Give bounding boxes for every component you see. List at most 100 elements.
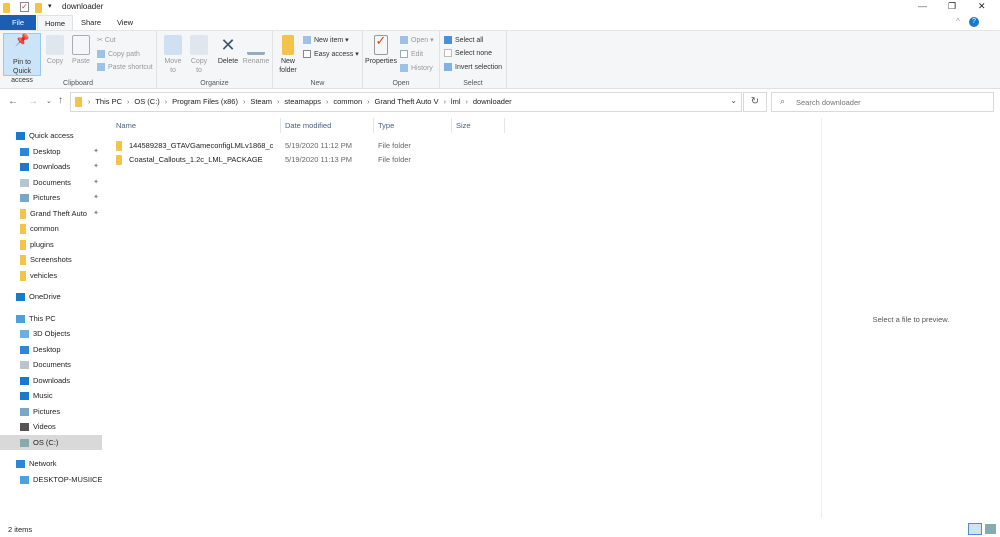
rename-label: Rename	[242, 58, 270, 65]
nav-item[interactable]: plugins	[0, 237, 102, 252]
new-item-button[interactable]: New item ▾	[303, 36, 349, 45]
column-header-size[interactable]: Size	[452, 118, 505, 133]
customize-toolbar-icon[interactable]: ▾	[48, 2, 52, 10]
tab-share[interactable]: Share	[76, 15, 106, 30]
nav-item[interactable]: This PC	[0, 311, 102, 326]
tab-file[interactable]: File	[0, 15, 36, 30]
nav-item[interactable]: Quick access	[0, 128, 102, 143]
history-button[interactable]: History	[400, 64, 433, 72]
nav-item[interactable]: common	[0, 221, 102, 236]
move-to-button[interactable]: Move to	[162, 35, 184, 75]
paste-button[interactable]: Paste	[70, 35, 92, 66]
column-header-type[interactable]: Type	[374, 118, 452, 133]
breadcrumb-separator[interactable]: ›	[165, 99, 167, 106]
paste-shortcut-button[interactable]: Paste shortcut	[97, 63, 153, 71]
forward-button[interactable]: →	[28, 96, 38, 107]
copy-button[interactable]: Copy	[44, 35, 66, 66]
copy-to-button[interactable]: Copy to	[188, 35, 210, 75]
breadcrumb-separator[interactable]: ›	[127, 99, 129, 106]
recent-locations-button[interactable]: ⌄	[46, 97, 52, 105]
refresh-button[interactable]: ↻	[743, 92, 767, 112]
new-folder-button[interactable]: New folder	[276, 35, 300, 75]
details-view-button[interactable]	[968, 523, 982, 535]
ribbon-tabs: File Home Share View ^ ?	[0, 15, 1000, 30]
item-count: 2 items	[8, 525, 33, 534]
nav-item[interactable]: Music	[0, 388, 102, 403]
breadcrumb-item[interactable]: lml	[451, 93, 461, 111]
nav-item[interactable]: Pictures	[0, 404, 102, 419]
file-row[interactable]: 144589283_GTAVGameconfigLMLv1868_c 5/19/…	[112, 139, 512, 153]
column-header-date[interactable]: Date modified	[281, 118, 374, 133]
nav-item[interactable]: Documents	[0, 357, 102, 372]
pin-icon: ✦	[93, 209, 99, 217]
search-input[interactable]	[796, 95, 986, 109]
open-button[interactable]: Open ▾	[400, 36, 434, 45]
tab-view[interactable]: View	[110, 15, 140, 30]
nav-item[interactable]: Grand Theft Auto ✦	[0, 206, 102, 221]
up-button[interactable]: ↑	[58, 95, 63, 106]
pin-quick-access-button[interactable]: 📌 Pin to Quick access	[3, 33, 41, 84]
breadcrumb-item[interactable]: downloader	[473, 93, 512, 111]
breadcrumb-item[interactable]: This PC	[95, 93, 122, 111]
breadcrumb-separator[interactable]: ›	[88, 99, 90, 106]
collapse-ribbon-icon[interactable]: ^	[956, 17, 960, 26]
nav-item[interactable]: Pictures ✦	[0, 190, 102, 205]
file-row[interactable]: Coastal_Callouts_1.2c_LML_PACKAGE 5/19/2…	[112, 153, 512, 167]
nav-item[interactable]: DESKTOP-MUSIICE	[0, 472, 102, 487]
address-bar[interactable]: › This PC › OS (C:) › Program Files (x86) › Ste…	[70, 92, 742, 112]
easy-access-button[interactable]: Easy access ▾	[303, 50, 359, 59]
column-header-name[interactable]: Name	[112, 118, 281, 133]
nav-item[interactable]: Desktop ✦	[0, 144, 102, 159]
address-dropdown-icon[interactable]: ⌄	[730, 96, 737, 105]
nav-item[interactable]: Downloads ✦	[0, 159, 102, 174]
new-folder-icon	[282, 35, 294, 55]
breadcrumb-separator[interactable]: ›	[367, 99, 369, 106]
breadcrumb-separator[interactable]: ›	[466, 99, 468, 106]
breadcrumb-item[interactable]: common	[333, 93, 362, 111]
breadcrumb: › This PC › OS (C:) › Program Files (x86) › Ste…	[75, 93, 517, 111]
nav-item[interactable]: Network	[0, 456, 102, 471]
breadcrumb-separator[interactable]: ›	[243, 99, 245, 106]
invert-selection-button[interactable]: Invert selection	[444, 63, 502, 71]
search-box[interactable]: ⌕	[771, 92, 994, 112]
close-button[interactable]: ✕	[978, 1, 986, 12]
nav-item[interactable]: Screenshots	[0, 252, 102, 267]
nav-item[interactable]: Desktop	[0, 342, 102, 357]
breadcrumb-item[interactable]: Grand Theft Auto V	[375, 93, 439, 111]
minimize-button[interactable]: —	[918, 1, 927, 11]
nav-item-label: Screenshots	[30, 255, 72, 264]
delete-button[interactable]: ✕ Delete	[216, 35, 240, 66]
breadcrumb-item[interactable]: Steam	[250, 93, 272, 111]
breadcrumb-separator[interactable]: ›	[326, 99, 328, 106]
breadcrumb-item[interactable]: Program Files (x86)	[172, 93, 238, 111]
back-button[interactable]: ←	[8, 96, 18, 107]
folder-icon	[116, 141, 122, 151]
properties-quick-icon[interactable]: ✓	[20, 2, 29, 12]
copy-path-button[interactable]: Copy path	[97, 50, 140, 58]
breadcrumb-item[interactable]: OS (C:)	[134, 93, 159, 111]
large-icons-view-button[interactable]	[985, 524, 996, 534]
rename-button[interactable]: Rename	[242, 35, 270, 66]
nav-item[interactable]: 3D Objects	[0, 326, 102, 341]
breadcrumb-item[interactable]: steamapps	[284, 93, 321, 111]
breadcrumb-separator[interactable]: ›	[277, 99, 279, 106]
help-icon[interactable]: ?	[969, 17, 979, 27]
nav-item[interactable]: Downloads	[0, 373, 102, 388]
cut-button[interactable]: ✂ Cut	[97, 36, 116, 44]
maximize-button[interactable]: ❐	[948, 1, 956, 12]
nav-item[interactable]: OneDrive	[0, 289, 102, 304]
breadcrumb-separator[interactable]: ›	[444, 99, 446, 106]
nav-item[interactable]: OS (C:)	[0, 434, 102, 450]
properties-button[interactable]: ✓ Properties	[365, 34, 397, 66]
new-item-icon	[303, 36, 311, 45]
select-none-button[interactable]: Select none	[444, 49, 492, 57]
new-folder-quick-icon[interactable]	[35, 3, 42, 13]
scissors-icon: ✂	[97, 37, 105, 44]
tab-home[interactable]: Home	[37, 15, 73, 30]
select-all-button[interactable]: Select all	[444, 36, 483, 44]
nav-item[interactable]: Documents ✦	[0, 175, 102, 190]
nav-item[interactable]: Videos	[0, 419, 102, 434]
nav-item[interactable]: vehicles	[0, 268, 102, 283]
history-icon	[400, 64, 408, 72]
edit-button[interactable]: Edit	[400, 50, 423, 58]
